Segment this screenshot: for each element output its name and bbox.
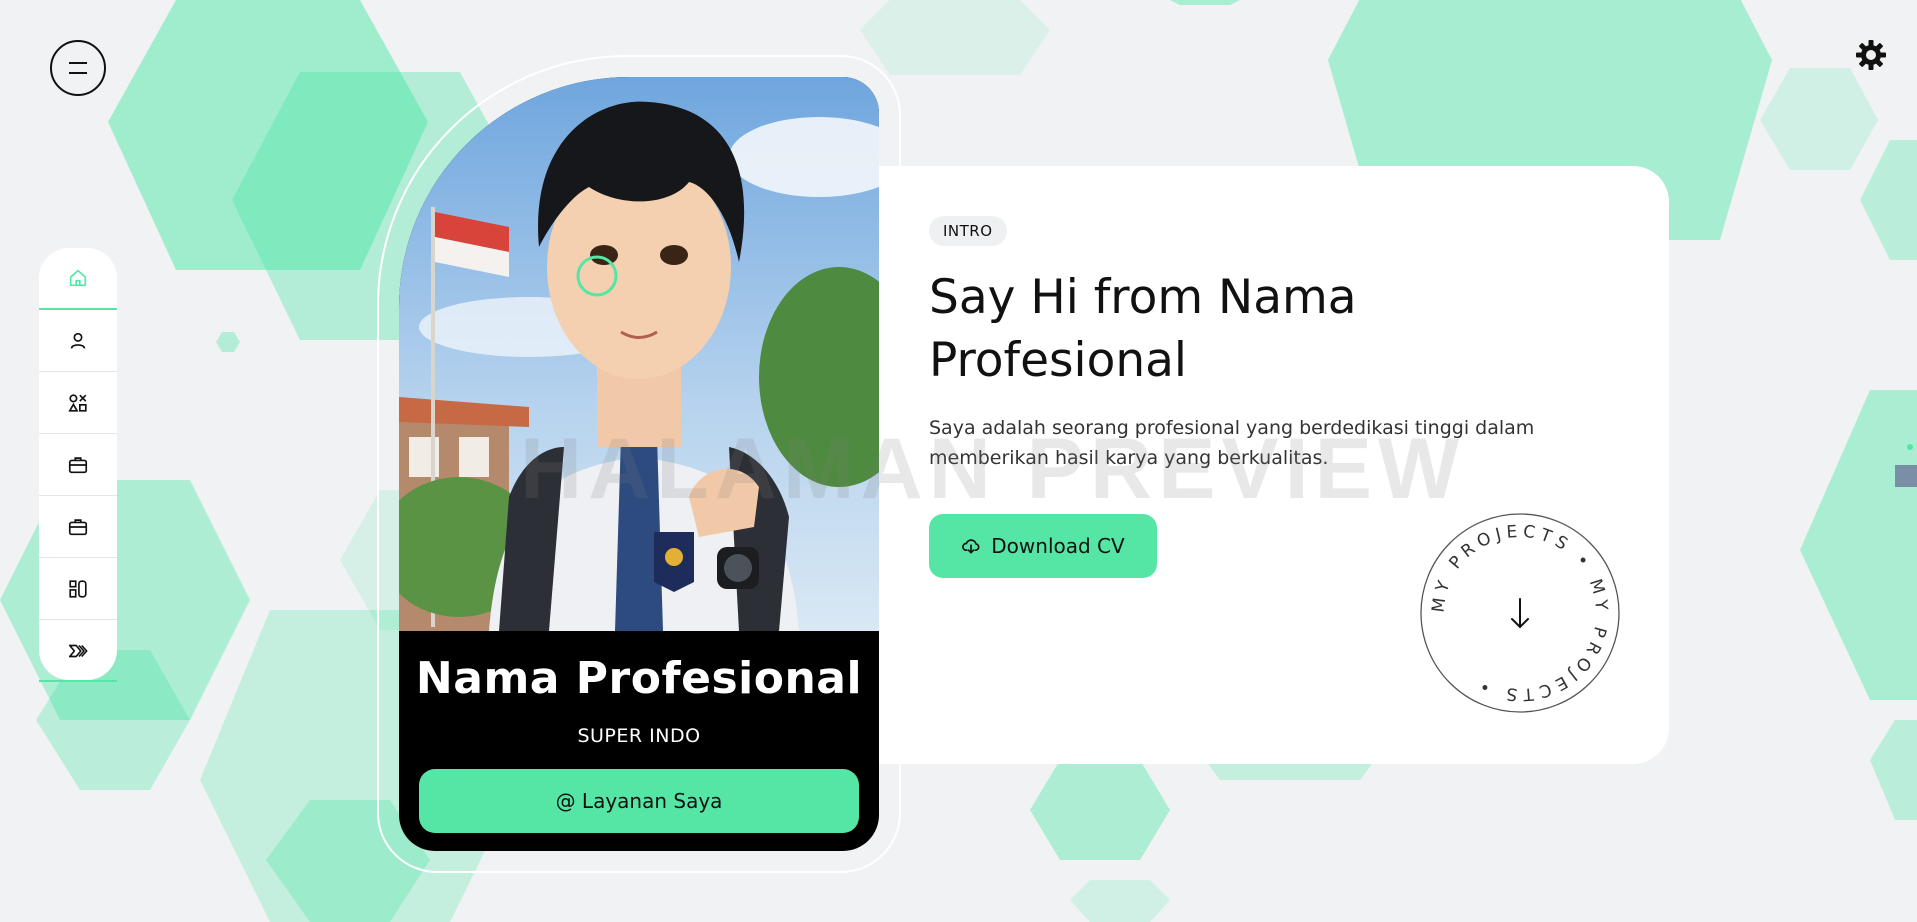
side-thumbnail[interactable] bbox=[1895, 465, 1917, 487]
download-cv-label: Download CV bbox=[991, 534, 1125, 558]
nav-item-contact[interactable] bbox=[39, 620, 117, 680]
profile-card: Nama Profesional SUPER INDO @ Layanan Sa… bbox=[399, 77, 879, 851]
double-chevron-right-icon bbox=[68, 644, 88, 658]
profile-role: SUPER INDO bbox=[577, 725, 701, 747]
nav-item-services[interactable] bbox=[39, 558, 117, 620]
profile-name: Nama Profesional bbox=[415, 653, 863, 704]
intro-headline: Say Hi from Nama Profesional bbox=[929, 270, 1357, 388]
intro-description: Saya adalah seorang profesional yang ber… bbox=[929, 417, 1535, 469]
user-icon bbox=[70, 332, 86, 349]
sidebar-nav bbox=[39, 248, 117, 680]
nav-item-skills[interactable] bbox=[39, 372, 117, 434]
menu-icon bbox=[69, 62, 87, 74]
nav-item-experience[interactable] bbox=[39, 434, 117, 496]
cloud-download-icon bbox=[962, 539, 980, 554]
theme-toggle-button[interactable] bbox=[1854, 38, 1888, 72]
services-button[interactable]: @ Layanan Saya bbox=[419, 769, 859, 833]
my-projects-badge[interactable]: MY PROJECTS • MY PROJECTS • bbox=[1420, 513, 1620, 713]
shapes-icon bbox=[68, 393, 87, 412]
nav-item-about[interactable] bbox=[39, 310, 117, 372]
sidebar-underline bbox=[39, 680, 117, 682]
intro-badge: INTRO bbox=[929, 216, 1007, 246]
briefcase-icon bbox=[68, 518, 88, 535]
nav-item-home[interactable] bbox=[39, 248, 117, 310]
gear-icon bbox=[1856, 40, 1886, 70]
download-cv-button[interactable]: Download CV bbox=[929, 514, 1157, 578]
scroll-indicator-dot bbox=[1907, 444, 1913, 450]
profile-photo bbox=[399, 77, 879, 631]
nav-item-portfolio[interactable] bbox=[39, 496, 117, 558]
menu-button[interactable] bbox=[50, 40, 106, 96]
briefcase-icon bbox=[68, 456, 88, 473]
layout-icon bbox=[69, 579, 87, 598]
home-icon bbox=[69, 269, 87, 287]
